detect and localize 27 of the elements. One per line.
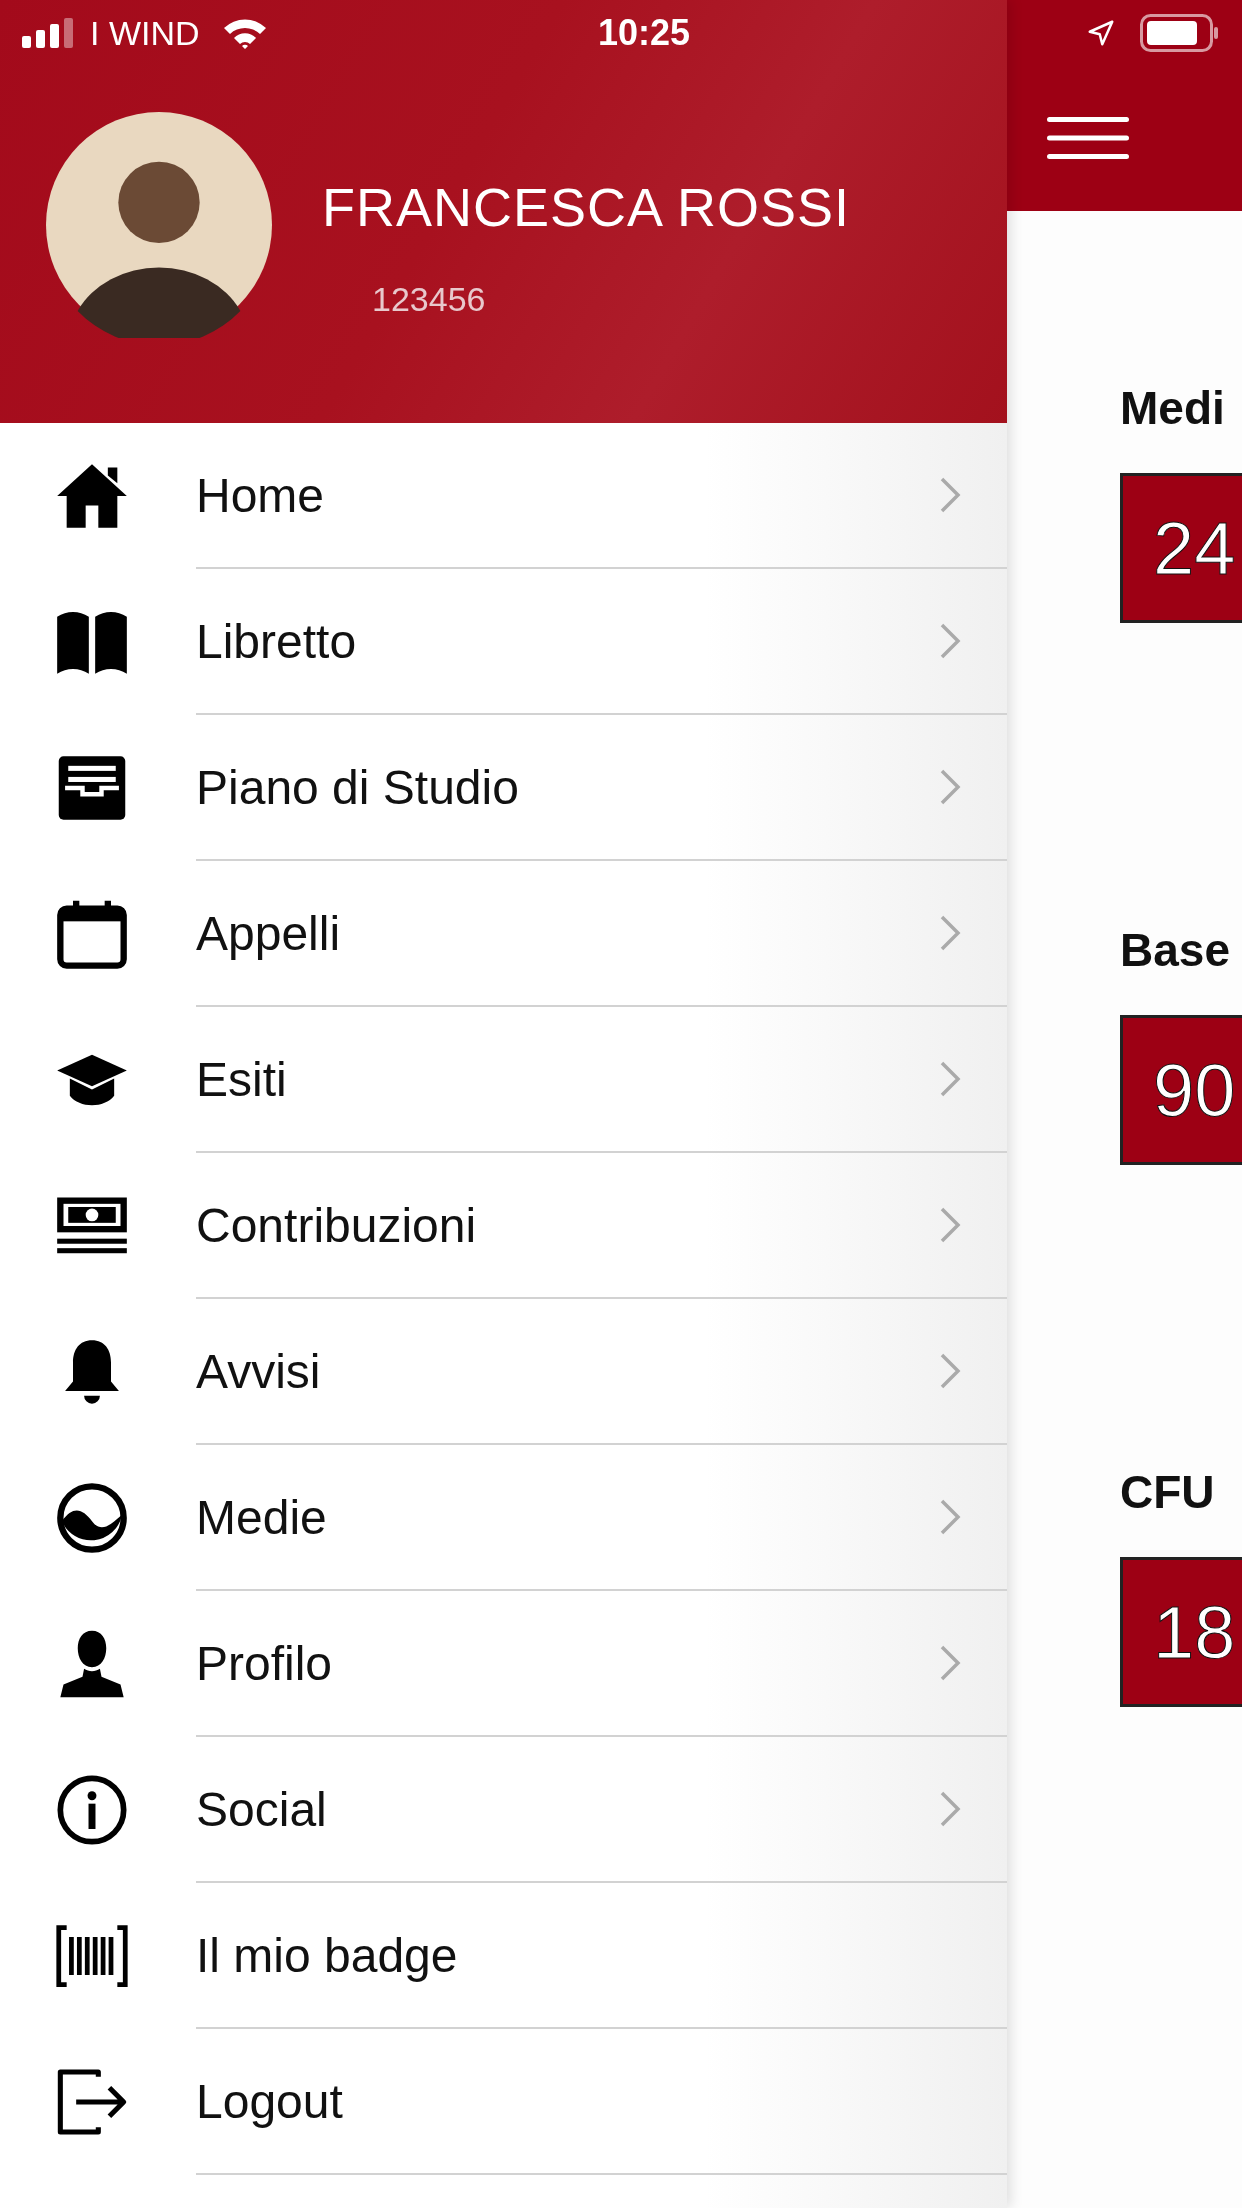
stat-value: 90	[1120, 1015, 1242, 1165]
wave-circle-icon	[54, 1480, 130, 1556]
location-arrow-icon	[1086, 18, 1116, 48]
stat-value: 18	[1120, 1557, 1242, 1707]
menu-item[interactable]: Il mio badge	[0, 1883, 1007, 2029]
menu-item[interactable]: Avvisi	[0, 1299, 1007, 1445]
menu-item[interactable]: Profilo	[0, 1591, 1007, 1737]
menu-item[interactable]: Logout	[0, 2029, 1007, 2175]
stat-label: Base	[1120, 923, 1231, 977]
avatar-icon	[46, 112, 272, 338]
menu-item[interactable]: Social	[0, 1737, 1007, 1883]
menu-item[interactable]: Contribuzioni	[0, 1153, 1007, 1299]
carrier-name: I WIND	[90, 13, 200, 53]
menu-item[interactable]: Libretto	[0, 569, 1007, 715]
user-name: FRANCESCA ROSSI	[322, 176, 851, 238]
menu-item[interactable]: Esiti	[0, 1007, 1007, 1153]
stat-value: 24	[1120, 473, 1242, 623]
stat-label: CFU	[1120, 1465, 1216, 1519]
battery-icon	[1140, 14, 1220, 52]
menu-item[interactable]: Medie	[0, 1445, 1007, 1591]
student-id: 123456	[372, 280, 487, 319]
status-time: 10:25	[597, 12, 691, 54]
menu-item[interactable]: Piano di Studio	[0, 715, 1007, 861]
menu-icon[interactable]	[1047, 116, 1129, 160]
menu-item[interactable]: Appelli	[0, 861, 1007, 1007]
stat-label: Medi	[1120, 381, 1226, 435]
menu-item[interactable]: Home	[0, 423, 1007, 569]
